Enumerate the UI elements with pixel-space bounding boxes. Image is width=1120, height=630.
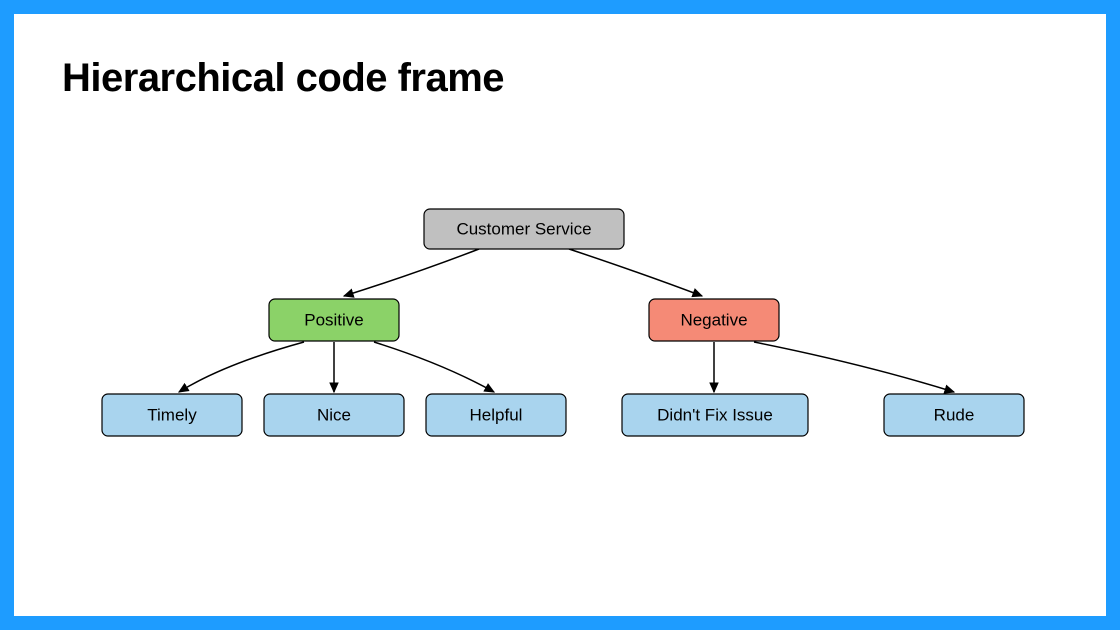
edge-root-positive: [344, 249, 479, 296]
slide-frame: Hierarchical code frame Customer Service: [0, 0, 1120, 630]
node-rude-label: Rude: [934, 405, 975, 424]
node-nice-label: Nice: [317, 405, 351, 424]
node-rude: Rude: [884, 394, 1024, 436]
node-helpful-label: Helpful: [470, 405, 523, 424]
node-nice: Nice: [264, 394, 404, 436]
node-negative-label: Negative: [680, 310, 747, 329]
node-timely-label: Timely: [147, 405, 197, 424]
node-helpful: Helpful: [426, 394, 566, 436]
edge-positive-helpful: [374, 342, 494, 392]
node-positive-label: Positive: [304, 310, 364, 329]
edge-positive-timely: [179, 342, 304, 392]
node-root-label: Customer Service: [456, 219, 591, 238]
node-root: Customer Service: [424, 209, 624, 249]
edge-negative-rude: [754, 342, 954, 392]
edge-root-negative: [569, 249, 702, 296]
node-timely: Timely: [102, 394, 242, 436]
node-positive: Positive: [269, 299, 399, 341]
hierarchy-diagram: Customer Service Positive Negative Timel…: [14, 14, 1106, 616]
node-negative: Negative: [649, 299, 779, 341]
node-didntfix: Didn't Fix Issue: [622, 394, 808, 436]
node-didntfix-label: Didn't Fix Issue: [657, 405, 773, 424]
